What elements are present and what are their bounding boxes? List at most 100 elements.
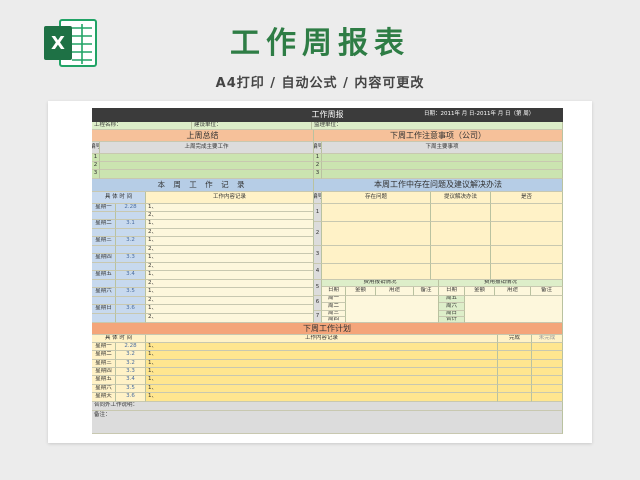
plan-row: 星期一 2.28 1、 <box>92 343 563 351</box>
suggestion-cell[interactable] <box>431 246 491 264</box>
problem-number: 1 <box>314 204 322 222</box>
problems-area: 1 2 3 4 5 6 7 费用报销情况 费用报销情况 日期 金额 用途 备注 … <box>314 204 563 323</box>
yes-no-cell[interactable] <box>491 204 563 222</box>
project-label[interactable]: 工程名称： <box>92 122 192 130</box>
plan-row: 星期二 3.2 1、 <box>92 351 563 360</box>
suggestion-cell[interactable] <box>431 204 491 222</box>
plan-row: 星期三 3.2 1、 <box>92 360 563 368</box>
remark-row: 备注： <box>92 411 563 434</box>
next-plan-row: 下周工作计划 <box>92 323 563 335</box>
record-subheader-row: 具 体 时 间 工作内容记录 编号 存在问题 提议解决办法 是否 <box>92 192 563 204</box>
day-date: 3.4 <box>116 271 146 280</box>
not-done-header: 未完成 <box>532 335 563 343</box>
day-date: 3.2 <box>116 237 146 246</box>
exp-col-remark: 备注 <box>531 287 563 296</box>
last-week-summary: 上周总结 <box>92 130 314 142</box>
problem-cell[interactable] <box>322 246 431 264</box>
builder-label[interactable]: 建设单位： <box>192 122 312 130</box>
plan-row: 星期六 3.5 1、 <box>92 385 563 393</box>
work-line[interactable]: 2、 <box>146 280 314 288</box>
day-name: 星期一 <box>92 204 116 212</box>
day-date: 3.6 <box>116 305 146 314</box>
exp-right-body[interactable] <box>465 296 563 323</box>
serial-header: 编号 <box>314 192 322 204</box>
summary-cell[interactable] <box>100 154 314 162</box>
summary-cell[interactable] <box>100 162 314 170</box>
work-content-header: 工作内容记录 <box>146 192 314 204</box>
row-number: 3 <box>92 170 100 179</box>
last-week-main: 上周完成主要工作 <box>100 142 314 154</box>
done-header: 完成 <box>498 335 532 343</box>
problem-number: 3 <box>314 246 322 264</box>
summary-row: 2 2 <box>92 162 563 170</box>
work-line[interactable]: 2、 <box>146 297 314 305</box>
work-line[interactable]: 2、 <box>146 212 314 220</box>
exp-col-date: 日期 <box>322 287 346 296</box>
notes-cell[interactable] <box>322 170 563 179</box>
yes-no-header: 是否 <box>491 192 563 204</box>
next-week-notes: 下周工作注意事项（公司） <box>314 130 563 142</box>
day-date: 2.28 <box>116 204 146 212</box>
yes-no-cell[interactable] <box>491 264 563 280</box>
exp-day: 周六 <box>439 303 465 311</box>
supervisor-label[interactable]: 监理单位： <box>312 122 563 130</box>
serial-header: 编号 <box>314 142 322 154</box>
contract-note[interactable]: 合同外工作说明： <box>92 402 563 411</box>
row-number: 1 <box>92 154 100 162</box>
exp-col-remark: 备注 <box>414 287 439 296</box>
problems-header: 存在问题 <box>322 192 431 204</box>
day-name: 星期日 <box>92 305 116 314</box>
exp-col-purpose: 用途 <box>376 287 414 296</box>
exp-col-date: 日期 <box>439 287 465 296</box>
exp-day: 周一 <box>322 296 346 303</box>
work-line[interactable]: 1、 <box>146 271 314 280</box>
summary-subheader-row: 编号 上周完成主要工作 编号 下周主要事项 <box>92 142 563 154</box>
suggestion-cell[interactable] <box>431 222 491 246</box>
work-line[interactable]: 2、 <box>146 314 314 323</box>
day-time-header: 具 体 时 间 <box>92 192 146 204</box>
yes-no-cell[interactable] <box>491 222 563 246</box>
work-line[interactable]: 2、 <box>146 263 314 271</box>
suggestions-header: 提议解决办法 <box>431 192 491 204</box>
summary-cell[interactable] <box>100 170 314 179</box>
problem-cell[interactable] <box>322 222 431 246</box>
day-time-header: 具 体 时 间 <box>92 335 146 343</box>
remark[interactable]: 备注： <box>92 411 563 434</box>
work-line[interactable]: 1、 <box>146 305 314 314</box>
notes-cell[interactable] <box>322 154 563 162</box>
next-plan-header-row: 具 体 时 间 工作内容记录 完成 未完成 <box>92 335 563 343</box>
day-name: 星期四 <box>92 254 116 263</box>
page-subtitle: A4打印 / 自动公式 / 内容可更改 <box>215 76 425 91</box>
exp-left-body[interactable] <box>346 296 439 323</box>
suggestion-cell[interactable] <box>431 264 491 280</box>
work-line[interactable]: 1、 <box>146 220 314 229</box>
problem-number: 4 <box>314 264 322 280</box>
work-line[interactable]: 1、 <box>146 204 314 212</box>
page-title: 工作周报表 <box>230 26 410 61</box>
work-line[interactable]: 1、 <box>146 237 314 246</box>
summary-header-row: 上周总结 下周工作注意事项（公司） <box>92 130 563 142</box>
problem-cell[interactable] <box>322 264 431 280</box>
spreadsheet: 工作周报 日期：2011年 月 日-2011年 月 日（第 周） 工程名称： 建… <box>92 108 563 434</box>
yes-no-cell[interactable] <box>491 246 563 264</box>
day-name: 星期二 <box>92 220 116 229</box>
day-name: 星期五 <box>92 271 116 280</box>
work-content-header: 工作内容记录 <box>146 335 498 343</box>
row-number: 3 <box>314 170 322 179</box>
exp-day: 周二 <box>322 303 346 311</box>
problem-number: 5 <box>314 280 322 296</box>
exp-col-amount: 金额 <box>346 287 376 296</box>
day-date: 3.1 <box>116 220 146 229</box>
work-line[interactable]: 1、 <box>146 288 314 297</box>
problem-number: 6 <box>314 296 322 311</box>
work-line[interactable]: 2、 <box>146 246 314 254</box>
work-line[interactable]: 1、 <box>146 254 314 263</box>
work-line[interactable]: 2、 <box>146 229 314 237</box>
notes-cell[interactable] <box>322 162 563 170</box>
day-date: 3.5 <box>116 288 146 297</box>
exp-col-amount: 金额 <box>465 287 495 296</box>
next-plan-title: 下周工作计划 <box>92 323 563 335</box>
row-number: 2 <box>314 162 322 170</box>
problems-title: 本周工作中存在问题及建议解决办法 <box>314 179 563 192</box>
problem-cell[interactable] <box>322 204 431 222</box>
